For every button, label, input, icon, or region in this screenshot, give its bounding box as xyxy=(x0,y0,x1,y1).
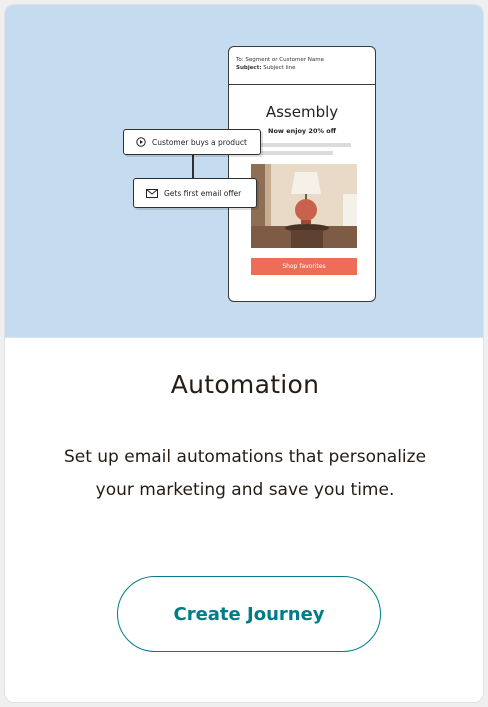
email-subject-value: Subject line xyxy=(263,65,296,71)
email-brand-name: Assembly xyxy=(265,103,339,121)
email-subject-label: Subject: xyxy=(236,65,262,71)
email-text-placeholder xyxy=(257,151,333,155)
flow-step-email: Gets first email offer xyxy=(133,178,257,208)
email-preview-mock: To: Segment or Customer Name Subject: Su… xyxy=(228,46,376,302)
flow-step-trigger: Customer buys a product xyxy=(123,129,261,155)
lamp-photo-art xyxy=(251,164,357,248)
flow-step-email-label: Gets first email offer xyxy=(164,188,242,198)
flow-step-trigger-label: Customer buys a product xyxy=(152,137,247,147)
create-journey-button[interactable]: Create Journey xyxy=(117,576,381,652)
email-to-line: To: Segment or Customer Name xyxy=(236,57,324,63)
automation-card: To: Segment or Customer Name Subject: Su… xyxy=(4,4,484,703)
hero-divider xyxy=(5,337,483,338)
play-circle-icon xyxy=(136,137,146,147)
card-description: Set up email automations that personaliz… xyxy=(63,447,427,500)
lamp-photo xyxy=(251,164,357,248)
flow-connector xyxy=(192,155,194,178)
email-header: To: Segment or Customer Name Subject: Su… xyxy=(229,47,375,85)
shop-favorites-button: Shop favorites xyxy=(251,258,357,275)
card-title: Automation xyxy=(170,370,320,399)
hero-illustration: To: Segment or Customer Name Subject: Su… xyxy=(5,5,483,337)
envelope-icon xyxy=(146,188,158,198)
email-subject-line: Subject: Subject line xyxy=(236,65,296,71)
email-text-placeholder xyxy=(257,143,351,147)
